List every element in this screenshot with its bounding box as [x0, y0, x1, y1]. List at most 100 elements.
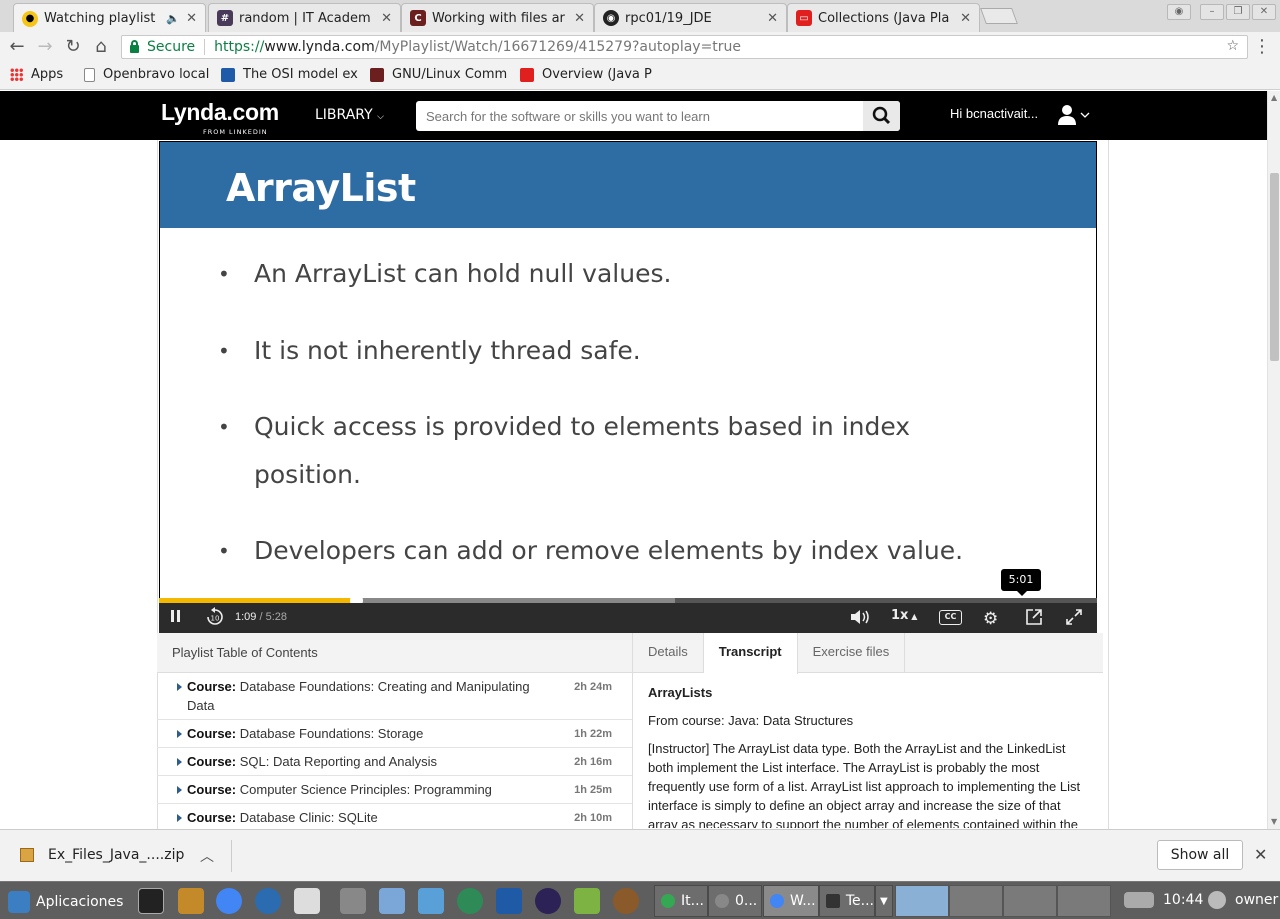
tab-collections-java[interactable]: ▭ Collections (Java Pla ✕	[787, 3, 980, 32]
tab-github-rpc01[interactable]: ◉ rpc01/19_JDE ✕	[594, 3, 787, 32]
task-button[interactable]: W...	[763, 885, 819, 917]
chevron-down-icon: ⌵	[377, 112, 384, 122]
volume-icon[interactable]	[849, 608, 873, 630]
scroll-down-icon[interactable]: ▼	[1271, 817, 1277, 826]
user-greeting[interactable]: Hi bcnactivait...	[950, 106, 1038, 121]
bookmark-openbravo[interactable]: Openbravo local	[84, 67, 209, 82]
workspace-3[interactable]	[1003, 885, 1057, 917]
files-launcher-icon[interactable]	[178, 888, 204, 914]
home-icon[interactable]: ⌂	[91, 37, 111, 57]
web-browser-launcher-icon[interactable]	[255, 888, 281, 914]
close-shelf-icon[interactable]: ✕	[1254, 845, 1267, 864]
applications-menu[interactable]: Aplicaciones	[8, 891, 123, 913]
minimize-icon[interactable]: –	[1200, 4, 1224, 20]
bookmark-apps[interactable]: Apps	[10, 67, 63, 82]
user-icon[interactable]	[1057, 104, 1093, 130]
pause-icon[interactable]	[169, 608, 183, 628]
slide-title: ArrayList	[226, 166, 416, 210]
vscode-launcher-icon[interactable]	[496, 888, 522, 914]
speaker-icon[interactable]: 🔈	[166, 12, 180, 25]
chromium-launcher-icon[interactable]	[216, 888, 242, 914]
workspace-1[interactable]	[895, 885, 949, 917]
close-tab-icon[interactable]: ✕	[381, 11, 392, 26]
tab-title: Working with files ar	[432, 10, 565, 26]
tab-exercise-files[interactable]: Exercise files	[798, 633, 906, 673]
address-bar[interactable]: Secure https://www.lynda.com/MyPlaylist/…	[121, 35, 1248, 59]
bookmark-star-icon[interactable]: ☆	[1226, 38, 1239, 54]
playlist-item[interactable]: Course: Database Foundations: Storage 1h…	[157, 720, 632, 748]
tab-working-with-files[interactable]: C Working with files ar ✕	[401, 3, 594, 32]
bookmark-gnu-linux[interactable]: GNU/Linux Comm	[370, 67, 507, 82]
bookmark-overview-java[interactable]: Overview (Java P	[520, 67, 652, 82]
close-window-icon[interactable]: ✕	[1252, 4, 1276, 20]
workspace-2[interactable]	[949, 885, 1003, 917]
profile-icon[interactable]: ◉	[1167, 4, 1191, 20]
task-button[interactable]: Te...	[819, 885, 875, 917]
playlist-item[interactable]: Course: Computer Science Principles: Pro…	[157, 776, 632, 804]
search-launcher-icon[interactable]	[294, 888, 320, 914]
tab-random-it-academy[interactable]: # random | IT Academ ✕	[208, 3, 401, 32]
search-icon	[872, 106, 891, 125]
download-item[interactable]: Ex_Files_Java_....zip	[20, 847, 184, 863]
playlist-item[interactable]: Course: SQL: Data Reporting and Analysis…	[157, 748, 632, 776]
tab-transcript[interactable]: Transcript	[703, 633, 798, 674]
tab-details[interactable]: Details	[633, 633, 704, 673]
library-menu[interactable]: LIBRARY ⌵	[315, 107, 384, 123]
transcript-text[interactable]: [Instructor] The ArrayList data type. Bo…	[648, 739, 1088, 828]
terminal-launcher-icon[interactable]	[138, 888, 164, 914]
bookmark-label: GNU/Linux Comm	[392, 67, 508, 82]
network-icon[interactable]	[1208, 891, 1226, 909]
task-button[interactable]: 0...	[708, 885, 762, 917]
close-tab-icon[interactable]: ✕	[186, 11, 197, 26]
forward-icon[interactable]: →	[35, 37, 55, 57]
close-tab-icon[interactable]: ✕	[960, 11, 971, 26]
maximize-icon[interactable]: ❐	[1226, 4, 1250, 20]
page-scrollbar[interactable]: ▲ ▼	[1267, 91, 1280, 829]
video-player[interactable]: ArrayList An ArrayList can hold null val…	[159, 141, 1097, 633]
virtualbox-launcher-icon[interactable]	[418, 888, 444, 914]
bookmark-label: Openbravo local	[103, 67, 210, 82]
battery-icon[interactable]	[1124, 892, 1154, 908]
close-tab-icon[interactable]: ✕	[767, 11, 778, 26]
closed-captions-button[interactable]: CC	[939, 610, 962, 625]
task-app-icon	[661, 894, 675, 908]
speed-button[interactable]: 1x ▲	[891, 608, 917, 623]
slide-bullet: Quick access is provided to elements bas…	[218, 403, 974, 499]
show-all-button[interactable]: Show all	[1157, 840, 1243, 870]
workspace-4[interactable]	[1057, 885, 1111, 917]
back-icon[interactable]: ←	[7, 37, 27, 57]
playlist-item[interactable]: Course: Database Clinic: SQLite 2h 10m	[157, 804, 632, 828]
chevron-up-icon[interactable]: ︿	[200, 846, 214, 866]
task-button[interactable]: It...	[654, 885, 708, 917]
atom-launcher-icon[interactable]	[457, 888, 483, 914]
browser-tab-strip: ● Watching playlist 🔈 ✕ # random | IT Ac…	[0, 0, 1280, 33]
scroll-up-icon[interactable]: ▲	[1271, 93, 1277, 102]
scrollbar-thumb[interactable]	[1270, 173, 1279, 361]
eclipse-launcher-icon[interactable]	[535, 888, 561, 914]
playlist-item[interactable]: Course: Database Foundations: Creating a…	[157, 673, 632, 720]
search-button[interactable]	[863, 101, 900, 131]
search-box	[416, 101, 900, 131]
android-studio-launcher-icon[interactable]	[574, 888, 600, 914]
fullscreen-icon[interactable]	[1065, 608, 1083, 630]
screenshot-launcher-icon[interactable]	[340, 888, 366, 914]
clock[interactable]: 10:44	[1163, 892, 1203, 908]
task-list-chevron-icon[interactable]: ▼	[875, 885, 893, 917]
popout-icon[interactable]	[1025, 608, 1043, 630]
lynda-logo[interactable]: Lynda.com FROM LINKEDIN	[161, 99, 279, 136]
close-tab-icon[interactable]: ✕	[574, 11, 585, 26]
bookmark-osi-model[interactable]: The OSI model ex	[221, 67, 358, 82]
menu-kebab-icon[interactable]: ⋮	[1252, 37, 1272, 57]
settings-gear-icon[interactable]: ⚙	[983, 609, 998, 629]
tab-watching-playlist[interactable]: ● Watching playlist 🔈 ✕	[13, 3, 206, 33]
squirrel-launcher-icon[interactable]	[613, 888, 639, 914]
session-user[interactable]: owner	[1235, 892, 1278, 908]
browser-toolbar: ← → ↻ ⌂ Secure https://www.lynda.com/MyP…	[0, 32, 1280, 62]
task-app-icon	[715, 894, 729, 908]
folder-launcher-icon[interactable]	[379, 888, 405, 914]
reload-icon[interactable]: ↻	[63, 37, 83, 57]
rewind-10-icon[interactable]: 10	[205, 607, 225, 631]
search-input[interactable]	[416, 101, 856, 131]
player-controls: 10 1:09 / 5:28 1x ▲ CC ⚙	[159, 603, 1097, 633]
new-tab-button[interactable]	[980, 8, 1018, 24]
